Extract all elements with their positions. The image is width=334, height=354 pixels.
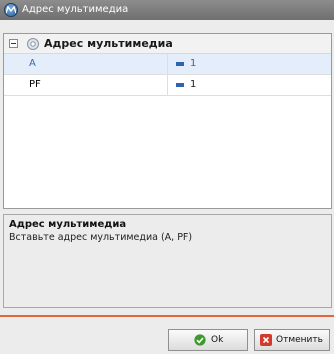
description-panel: Адрес мультимедиа Вставьте адрес мультим… <box>3 214 332 308</box>
dialog-footer: Ok Отменить <box>0 317 334 354</box>
property-group-header[interactable]: Адрес мультимедиа <box>4 34 331 54</box>
value-type-icon <box>176 83 184 87</box>
multimedia-app-icon <box>4 3 18 17</box>
window-title: Адрес мультимедиа <box>22 4 129 15</box>
collapse-minus-icon[interactable] <box>9 39 18 48</box>
property-group-title: Адрес мультимедиа <box>44 37 173 50</box>
ok-button[interactable]: Ok <box>168 329 248 351</box>
title-bar[interactable]: Адрес мультимедиа <box>0 0 334 20</box>
checkmark-icon <box>194 334 206 346</box>
property-name: PF <box>4 75 168 95</box>
property-value[interactable]: 1 <box>190 54 196 74</box>
property-name: A <box>4 54 168 74</box>
description-title: Адрес мультимедиа <box>9 219 127 230</box>
gear-icon <box>27 38 39 50</box>
description-text: Вставьте адрес мультимедиа (A, PF) <box>9 232 193 243</box>
close-x-icon <box>260 334 272 346</box>
ok-button-label: Ok <box>211 335 224 345</box>
property-row-pf[interactable]: PF 1 <box>4 75 331 96</box>
cancel-button-label: Отменить <box>276 335 323 345</box>
value-type-icon <box>176 62 184 66</box>
dialog-window: Адрес мультимедиа Адрес мультимедиа A 1 … <box>0 0 334 354</box>
property-grid: Адрес мультимедиа A 1 PF 1 <box>3 33 332 209</box>
property-value[interactable]: 1 <box>190 75 196 95</box>
property-row-a[interactable]: A 1 <box>4 54 331 75</box>
cancel-button[interactable]: Отменить <box>254 329 330 351</box>
